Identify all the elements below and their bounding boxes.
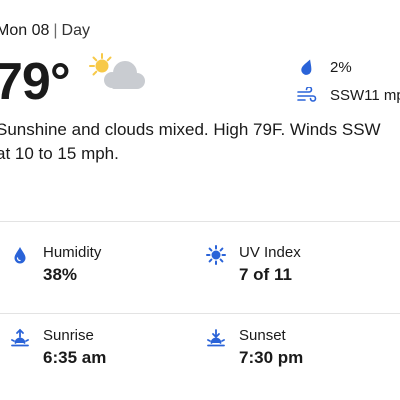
humidity-value: 38% bbox=[43, 265, 78, 284]
wind-value: SSW11 mph bbox=[330, 86, 400, 104]
sun-uv-icon bbox=[206, 245, 226, 265]
date-label: Mon 08 bbox=[0, 22, 50, 39]
sunset-icon bbox=[206, 328, 226, 348]
water-drop-icon bbox=[10, 245, 30, 265]
divider bbox=[0, 313, 400, 314]
day-header: Mon 08 | Day bbox=[0, 22, 90, 40]
sunset-value: 7:30 pm bbox=[239, 348, 304, 367]
period-label: Day bbox=[61, 22, 90, 39]
humidity-label: Humidity bbox=[43, 244, 102, 261]
wind-stat: SSW11 mph bbox=[296, 86, 400, 104]
precipitation-value: 2% bbox=[330, 58, 352, 76]
sunrise-icon bbox=[10, 328, 30, 348]
current-temperature: 79° bbox=[0, 53, 71, 111]
wind-icon bbox=[296, 86, 318, 104]
sunrise-value: 6:35 am bbox=[43, 348, 107, 367]
sunrise-label: Sunrise bbox=[43, 327, 94, 344]
uv-index-label: UV Index bbox=[239, 244, 301, 261]
forecast-summary: Sunshine and clouds mixed. High 79F. Win… bbox=[0, 120, 381, 163]
uv-index-detail: UV Index 7 of 11 bbox=[206, 244, 301, 286]
uv-index-value: 7 of 11 bbox=[239, 265, 292, 284]
sun-behind-cloud-icon bbox=[89, 53, 145, 89]
precipitation-stat: 2% bbox=[296, 58, 352, 76]
sunset-label: Sunset bbox=[239, 327, 286, 344]
header-separator: | bbox=[53, 22, 58, 39]
humidity-detail: Humidity 38% bbox=[10, 244, 101, 286]
sunrise-detail: Sunrise 6:35 am bbox=[10, 327, 106, 369]
divider bbox=[0, 221, 400, 222]
sunset-detail: Sunset 7:30 pm bbox=[206, 327, 303, 369]
raindrop-icon bbox=[296, 58, 318, 76]
